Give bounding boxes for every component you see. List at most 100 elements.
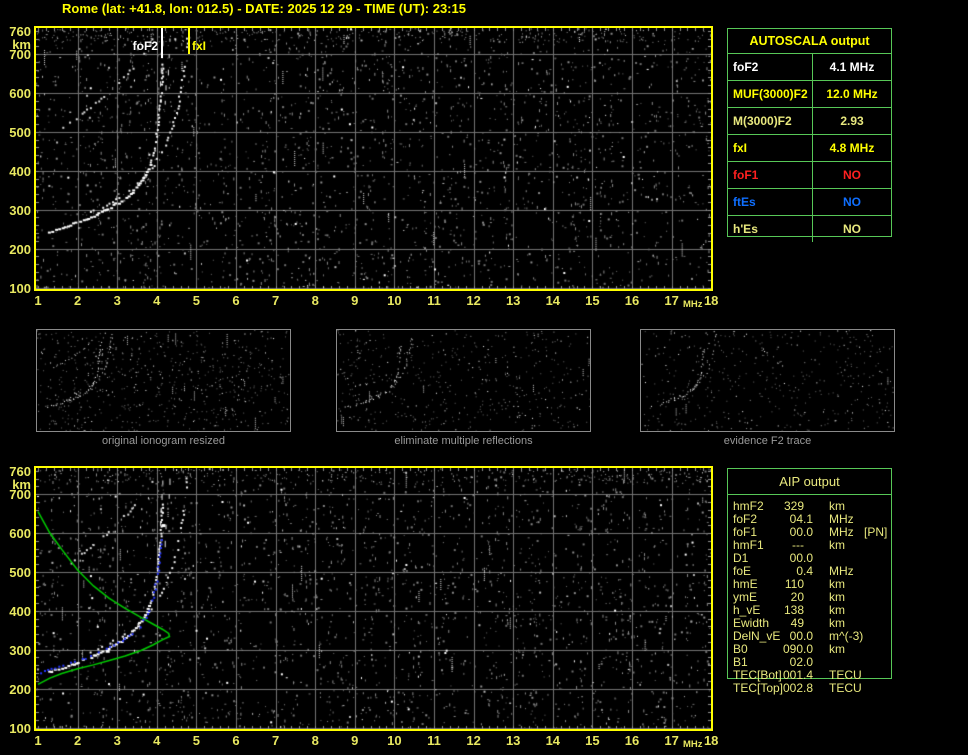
panel-evidence-f2-caption: evidence F2 trace [723, 435, 812, 447]
y-tick-label: 600 [9, 86, 31, 101]
x-tick-label: 10 [387, 293, 402, 308]
autoscala-row: M(3000)F2 2.93 [728, 107, 891, 134]
autoscala-row-value: 2.93 [840, 114, 864, 128]
x-tick-label: 14 [545, 293, 561, 308]
panel-eliminate-reflections-canvas [337, 330, 590, 431]
x-tick-label: 5 [192, 733, 200, 748]
aip-row-value: 002.8 [782, 681, 813, 695]
aip-row-extra: [PN] [864, 525, 888, 539]
y-tick-label: 600 [9, 526, 31, 541]
fxi-marker-label: fxI [192, 39, 207, 53]
panel-evidence-f2 [640, 329, 895, 432]
fxi-marker-line [188, 28, 190, 54]
autoscala-output-table: AUTOSCALA output foF2 4.1 MHz MUF(3000)F2 1… [727, 28, 892, 242]
x-tick-label: 5 [192, 293, 200, 308]
panel-original-ionogram [36, 329, 291, 432]
autoscala-row-value: 4.8 MHz [829, 141, 875, 155]
autoscala-row: foF2 4.1 MHz [728, 54, 891, 80]
x-axis-unit: MHz [683, 299, 703, 310]
x-tick-label: 12 [466, 293, 481, 308]
autoscala-row: ftEs NO [728, 188, 891, 215]
y-tick-label: 200 [9, 241, 31, 257]
x-tick-label: 15 [585, 293, 600, 308]
panel-eliminate-reflections [336, 329, 591, 432]
y-axis-unit: km [12, 37, 31, 52]
autoscala-row-value: NO [843, 222, 861, 236]
y-tick-label: 400 [9, 163, 31, 179]
x-tick-label: 8 [311, 293, 319, 308]
fof2-marker-label: foF2 [132, 39, 158, 53]
x-tick-label: 7 [271, 733, 280, 748]
aip-output-table: AIP output hmF2 329 km foF2 04.1 MHz foF1 00.0 M… [727, 468, 892, 695]
aip-row-unit: TECU [829, 681, 862, 695]
aip-row: TEC[Top] 002.8 TECU [728, 682, 891, 695]
x-tick-label: 1 [34, 733, 42, 748]
x-tick-label: 6 [232, 293, 240, 308]
autoscala-row: MUF(3000)F2 12.0 MHz [728, 80, 891, 107]
autoscala-row-label: fxI [728, 135, 813, 161]
x-tick-label: 3 [113, 733, 121, 748]
autoscala-row: h'Es NO [728, 215, 891, 242]
profile-plot [34, 466, 713, 731]
y-tick-label: 400 [9, 603, 31, 619]
x-tick-label: 6 [232, 733, 240, 748]
panel-evidence-f2-canvas [641, 330, 894, 431]
x-tick-label: 12 [466, 733, 481, 748]
x-tick-label: 9 [351, 733, 359, 748]
autoscala-row-label: MUF(3000)F2 [728, 81, 813, 107]
x-tick-label: 16 [624, 293, 640, 308]
x-tick-label: 14 [545, 733, 561, 748]
x-tick-label: 15 [585, 733, 600, 748]
ionogram-canvas [36, 28, 711, 289]
y-tick-label: 500 [9, 124, 31, 140]
x-tick-label: 1 [34, 293, 42, 308]
autoscala-row-label: h'Es [728, 216, 813, 242]
y-tick-label: 300 [9, 202, 31, 218]
ionogram-plot: foF2 fxI [34, 26, 713, 291]
x-tick-label: 11 [427, 293, 441, 308]
x-tick-label: 13 [505, 733, 521, 748]
y-tick-label: 300 [9, 642, 31, 658]
autoscala-row-label: M(3000)F2 [728, 108, 813, 134]
x-tick-label: 13 [505, 293, 521, 308]
x-tick-label: 8 [311, 733, 319, 748]
x-tick-label: 9 [351, 293, 359, 308]
autoscala-output-rows: foF2 4.1 MHz MUF(3000)F2 12.0 MHz M(3000)F2 2… [728, 54, 891, 242]
autoscala-row-value: NO [843, 195, 861, 209]
x-tick-label: 17 [664, 293, 679, 308]
x-tick-label: 16 [624, 733, 640, 748]
aip-row-unit: km [829, 642, 845, 656]
station-date-title: Rome (lat: +41.8, lon: 012.5) - DATE: 20… [62, 1, 466, 16]
x-tick-label: 7 [271, 293, 280, 308]
x-tick-label: 2 [73, 293, 82, 308]
x-tick-label: 2 [73, 733, 82, 748]
autoscala-row-value: NO [843, 168, 861, 182]
x-tick-label: 17 [664, 733, 679, 748]
x-axis-unit: MHz [683, 739, 703, 750]
autoscala-row-label: ftEs [728, 189, 813, 215]
autoscala-row-value: 4.1 MHz [829, 60, 875, 74]
y-axis-unit: km [12, 477, 31, 492]
autoscala-row: foF1 NO [728, 161, 891, 188]
autoscala-row-label: foF2 [728, 54, 813, 80]
panel-original-ionogram-canvas [37, 330, 290, 431]
y-tick-label: 200 [9, 681, 31, 697]
x-tick-label: 4 [153, 733, 161, 748]
x-tick-label: 4 [153, 293, 161, 308]
x-tick-label: 11 [427, 733, 441, 748]
autoscala-output-header: AUTOSCALA output [728, 29, 891, 54]
autoscala-row-value: 12.0 MHz [826, 87, 878, 101]
aip-row-unit: km [829, 538, 845, 552]
x-tick-label: 10 [387, 733, 402, 748]
autoscala-row: fxI 4.8 MHz [728, 134, 891, 161]
fof2-marker-line [161, 28, 163, 58]
panel-original-ionogram-caption: original ionogram resized [102, 435, 225, 447]
panel-eliminate-reflections-caption: eliminate multiple reflections [394, 435, 533, 447]
aip-output-header: AIP output [728, 469, 891, 495]
y-tick-label: 500 [9, 564, 31, 580]
autoscala-window: Rome (lat: +41.8, lon: 012.5) - DATE: 20… [0, 0, 968, 755]
aip-row-label: TEC[Top] [733, 681, 784, 695]
x-tick-label: 3 [113, 293, 121, 308]
autoscala-row-label: foF1 [728, 162, 813, 188]
profile-canvas [36, 468, 711, 729]
